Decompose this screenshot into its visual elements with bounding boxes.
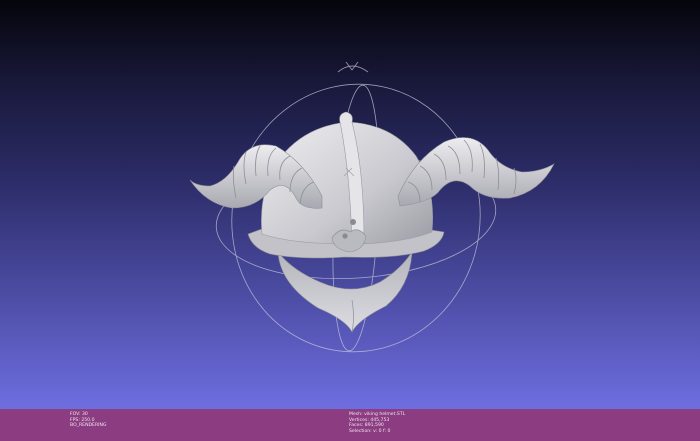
info-bar: FOV: 30 FPS: 250.0 BO_RENDERING Mesh: vi…	[0, 409, 700, 441]
3d-viewport[interactable]	[0, 0, 700, 409]
helmet-model[interactable]	[189, 111, 555, 333]
selection-count: Selection: v: 0 f: 0	[349, 428, 391, 434]
rivet-hole	[350, 219, 356, 225]
mesh-name: Mesh: viking helmet.STL	[349, 412, 406, 417]
meshlab-window: FOV: 30 FPS: 250.0 BO_RENDERING Mesh: vi…	[0, 0, 700, 441]
renderer-readout: BO_RENDERING	[70, 423, 107, 429]
render-info: FOV: 30 FPS: 250.0 BO_RENDERING	[70, 412, 107, 429]
helmet-back-band	[277, 250, 413, 333]
mesh-info: Mesh: viking helmet.STL Vertices: 445,75…	[349, 412, 405, 434]
rivet-hole	[342, 233, 348, 239]
right-horn	[397, 137, 555, 207]
viewport-canvas[interactable]	[0, 0, 700, 409]
